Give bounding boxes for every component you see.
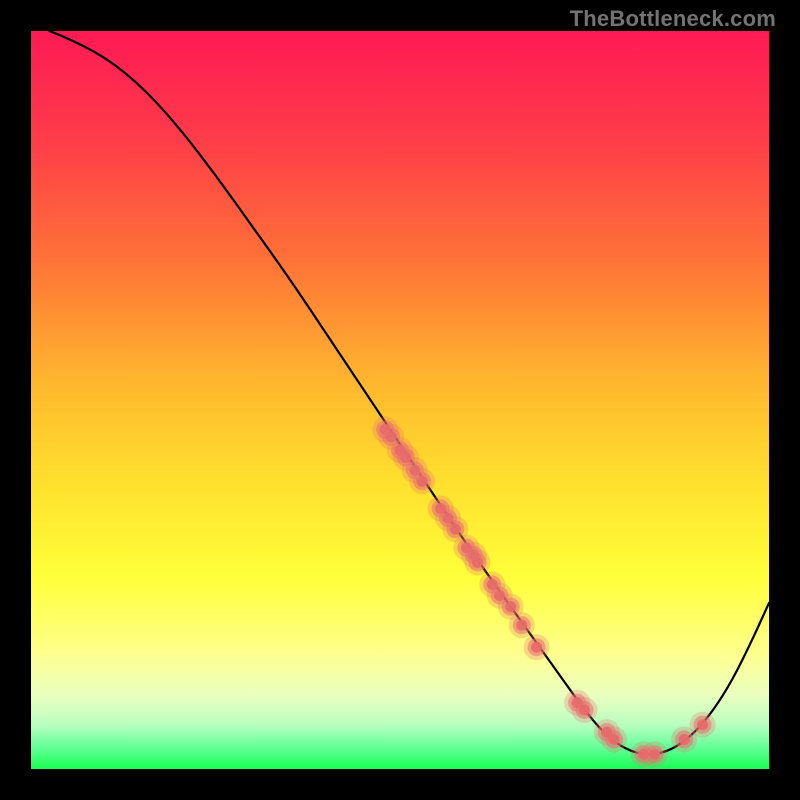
plot-area [31,31,769,769]
marker-dot [697,719,708,730]
marker-dot [579,704,590,715]
marker-dot [609,734,620,745]
marker-dot [450,524,461,535]
gradient-background [31,31,769,769]
marker-dot [417,476,428,487]
marker-dot [516,620,527,631]
marker-dot [531,642,542,653]
plot-svg [31,31,769,769]
marker-dot [472,557,483,568]
marker-dot [649,749,660,760]
marker-dot [505,601,516,612]
chart-frame: TheBottleneck.com [0,0,800,800]
marker-dot [679,734,690,745]
attribution-label: TheBottleneck.com [570,6,776,32]
